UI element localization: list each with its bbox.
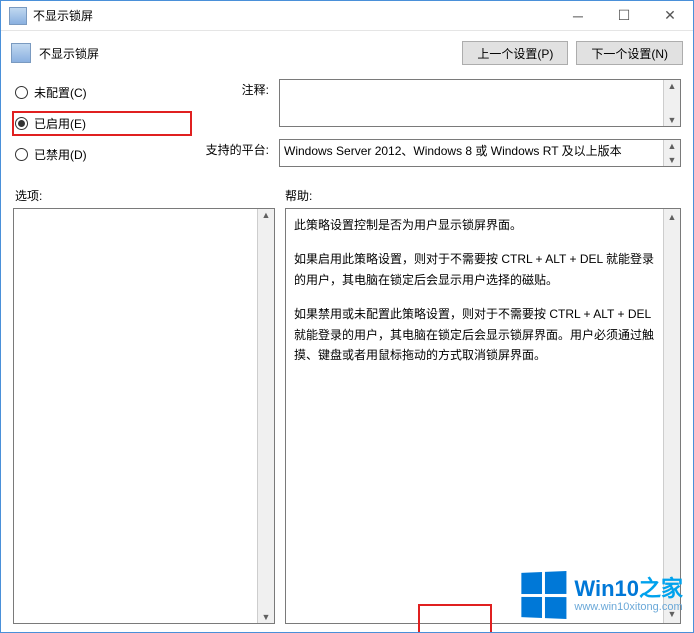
help-paragraph: 如果启用此策略设置，则对于不需要按 CTRL + ALT + DEL 就能登录的… [294, 249, 660, 290]
section-labels: 选项: 帮助: [1, 179, 693, 208]
scroll-down-icon: ▼ [668, 154, 677, 166]
radio-enabled[interactable]: 已启用(E) [13, 112, 191, 135]
radio-disabled[interactable]: 已禁用(D) [13, 143, 191, 166]
radio-label: 已禁用(D) [34, 146, 87, 163]
scroll-up-icon: ▲ [668, 80, 677, 92]
toolbar: 不显示锁屏 上一个设置(P) 下一个设置(N) [1, 31, 693, 75]
comment-row: 注释: ▲▼ [201, 79, 681, 127]
scroll-down-icon: ▼ [262, 611, 271, 623]
platform-textarea: Windows Server 2012、Windows 8 或 Windows … [279, 139, 681, 167]
options-label: 选项: [15, 187, 285, 204]
previous-setting-button[interactable]: 上一个设置(P) [462, 41, 568, 65]
scrollbar[interactable]: ▲▼ [663, 80, 680, 126]
platform-row: 支持的平台: Windows Server 2012、Windows 8 或 W… [201, 139, 681, 167]
radio-not-configured[interactable]: 未配置(C) [13, 81, 191, 104]
scrollbar[interactable]: ▲▼ [663, 209, 680, 623]
platform-label: 支持的平台: [201, 139, 269, 158]
titlebar: 不显示锁屏 ─ ☐ ✕ [1, 1, 693, 31]
help-paragraph: 如果禁用或未配置此策略设置，则对于不需要按 CTRL + ALT + DEL 就… [294, 304, 660, 365]
radio-icon [15, 117, 28, 130]
radio-icon [15, 86, 28, 99]
state-radio-group: 未配置(C) 已启用(E) 已禁用(D) [13, 75, 191, 166]
help-label: 帮助: [285, 187, 679, 204]
radio-label: 已启用(E) [34, 115, 86, 132]
help-paragraph: 此策略设置控制是否为用户显示锁屏界面。 [294, 215, 660, 235]
gpo-editor-window: 不显示锁屏 ─ ☐ ✕ 不显示锁屏 上一个设置(P) 下一个设置(N) 未配置(… [0, 0, 694, 633]
close-button[interactable]: ✕ [647, 1, 693, 31]
scroll-down-icon: ▼ [668, 114, 677, 126]
ok-button-highlight [418, 604, 492, 632]
radio-label: 未配置(C) [34, 84, 87, 101]
help-panel: 此策略设置控制是否为用户显示锁屏界面。 如果启用此策略设置，则对于不需要按 CT… [285, 208, 681, 624]
policy-icon [11, 43, 31, 63]
window-icon [9, 7, 27, 25]
platform-value: Windows Server 2012、Windows 8 或 Windows … [284, 144, 622, 158]
scrollbar[interactable]: ▲▼ [257, 209, 274, 623]
policy-name: 不显示锁屏 [39, 45, 454, 62]
config-area: 未配置(C) 已启用(E) 已禁用(D) 注释: ▲▼ 支持的平台: [1, 75, 693, 179]
comment-textarea[interactable]: ▲▼ [279, 79, 681, 127]
scroll-down-icon: ▼ [668, 606, 677, 623]
minimize-button[interactable]: ─ [555, 1, 601, 31]
scroll-up-icon: ▲ [262, 209, 271, 221]
panels: ▲▼ 此策略设置控制是否为用户显示锁屏界面。 如果启用此策略设置，则对于不需要按… [1, 208, 693, 632]
scroll-up-icon: ▲ [668, 140, 677, 152]
next-setting-button[interactable]: 下一个设置(N) [576, 41, 683, 65]
window-title: 不显示锁屏 [33, 7, 93, 24]
options-panel: ▲▼ [13, 208, 275, 624]
comment-label: 注释: [201, 79, 269, 98]
scrollbar[interactable]: ▲▼ [663, 140, 680, 166]
scroll-up-icon: ▲ [668, 209, 677, 226]
radio-icon [15, 148, 28, 161]
maximize-button[interactable]: ☐ [601, 1, 647, 31]
